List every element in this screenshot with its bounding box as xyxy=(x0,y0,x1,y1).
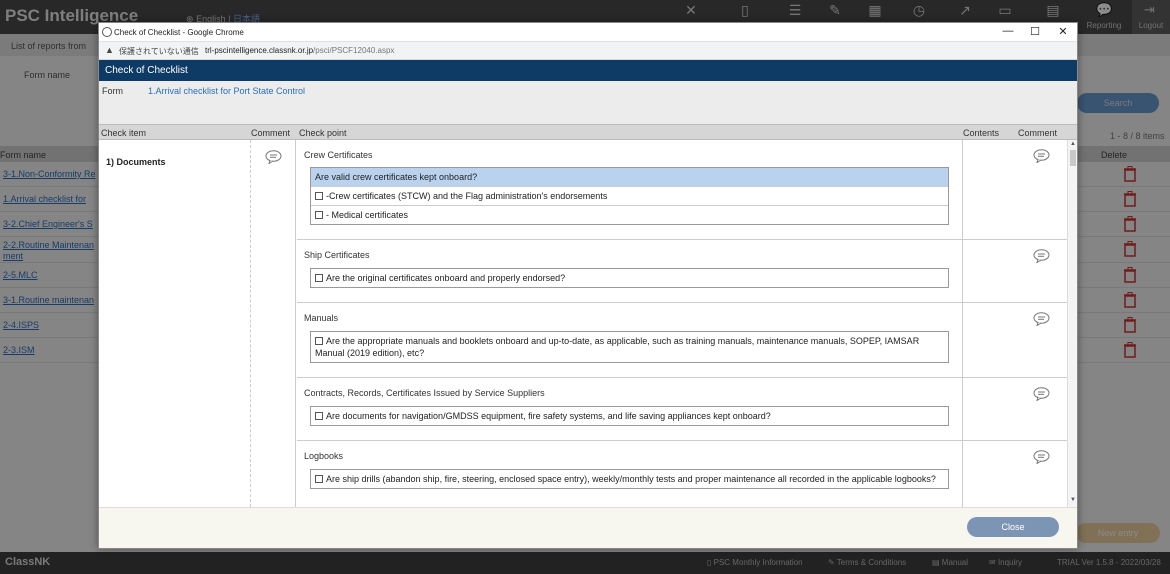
question-text: Are the original certificates onboard an… xyxy=(326,273,566,283)
checkbox[interactable] xyxy=(315,337,323,345)
col-comment: Comment xyxy=(251,128,291,138)
question-text: Are documents for navigation/GMDSS equip… xyxy=(326,411,771,421)
section-name: Ship Certificates xyxy=(304,250,370,260)
section-name: Logbooks xyxy=(304,451,344,461)
question-row: - Medical certificates xyxy=(311,206,948,224)
form-value: 1.Arrival checklist for Port State Contr… xyxy=(148,86,306,96)
minimize-button[interactable]: — xyxy=(996,25,1020,40)
section-name: Contracts, Records, Certificates Issued … xyxy=(304,388,545,398)
checklist-body: 1) Documents Crew Certificates Are valid… xyxy=(99,140,1077,507)
window-title: Check of Checklist - Google Chrome xyxy=(114,28,244,37)
question-box: Are documents for navigation/GMDSS equip… xyxy=(310,406,949,426)
scroll-up-arrow-icon[interactable]: ▲ xyxy=(1070,141,1076,147)
warning-icon: ▲ xyxy=(105,45,114,55)
question-text: -Crew certificates (STCW) and the Flag a… xyxy=(326,191,608,201)
comment-bubble-icon[interactable] xyxy=(1033,312,1050,326)
comment-bubble-icon[interactable] xyxy=(265,150,282,164)
section-crew-certificates: Crew Certificates Are valid crew certifi… xyxy=(297,140,1067,240)
col-comment-right: Comment xyxy=(1018,128,1058,138)
section-ship-certificates: Ship Certificates Are the original certi… xyxy=(297,240,1067,303)
question-row: Are valid crew certificates kept onboard… xyxy=(311,168,948,187)
checklist-popup-window: Check of Checklist - Google Chrome — ☐ ✕… xyxy=(98,22,1078,549)
vertical-scrollbar[interactable]: ▲ ▼ xyxy=(1067,140,1077,507)
section-contracts-records: Contracts, Records, Certificates Issued … xyxy=(297,378,1067,441)
comment-bubble-icon[interactable] xyxy=(1033,387,1050,401)
checkbox[interactable] xyxy=(315,475,323,483)
browser-title-bar: Check of Checklist - Google Chrome — ☐ ✕ xyxy=(99,23,1077,42)
question-box: Are the appropriate manuals and booklets… xyxy=(310,331,949,363)
contents-divider xyxy=(962,441,963,507)
section-name: Manuals xyxy=(304,313,339,323)
window-close-button[interactable]: ✕ xyxy=(1051,25,1075,40)
scroll-down-arrow-icon[interactable]: ▼ xyxy=(1070,497,1076,503)
col-check-item: Check item xyxy=(101,128,147,138)
question-text: - Medical certificates xyxy=(326,210,409,220)
question-text: Are ship drills (abandon ship, fire, ste… xyxy=(326,474,936,484)
question-row: Are ship drills (abandon ship, fire, ste… xyxy=(311,470,948,488)
section-manuals: Manuals Are the appropriate manuals and … xyxy=(297,303,1067,378)
maximize-button[interactable]: ☐ xyxy=(1023,25,1047,40)
contents-divider xyxy=(962,140,963,239)
table-header: Check item Comment Check point Contents … xyxy=(99,124,1077,140)
comment-bubble-icon[interactable] xyxy=(1033,149,1050,163)
comment-column xyxy=(251,140,296,507)
check-point-sections: Crew Certificates Are valid crew certifi… xyxy=(297,140,1067,507)
url-text: trl-pscintelligence.classnk.or.jp/psci/P… xyxy=(205,46,394,55)
question-text: Are the appropriate manuals and booklets… xyxy=(315,336,920,358)
section-name: Crew Certificates xyxy=(304,150,373,160)
question-row: Are the original certificates onboard an… xyxy=(311,269,948,287)
dialog-footer: Close xyxy=(99,507,1077,548)
form-info: Form 1.Arrival checklist for Port State … xyxy=(99,81,1077,124)
comment-bubble-icon[interactable] xyxy=(1033,450,1050,464)
col-check-point: Check point xyxy=(299,128,347,138)
url-host: trl-pscintelligence.classnk.or.jp xyxy=(205,46,314,55)
checkbox[interactable] xyxy=(315,211,323,219)
checkbox[interactable] xyxy=(315,274,323,282)
question-box: Are valid crew certificates kept onboard… xyxy=(310,167,949,225)
checkbox[interactable] xyxy=(315,192,323,200)
contents-divider xyxy=(962,240,963,302)
question-row: Are the appropriate manuals and booklets… xyxy=(311,332,948,362)
question-row: -Crew certificates (STCW) and the Flag a… xyxy=(311,187,948,206)
check-item-label: 1) Documents xyxy=(106,157,166,167)
close-button[interactable]: Close xyxy=(967,517,1059,537)
section-logbooks: Logbooks Are ship drills (abandon ship, … xyxy=(297,441,1067,507)
chrome-icon xyxy=(102,27,112,37)
url-path: /psci/PSCF12040.aspx xyxy=(313,46,395,55)
address-bar[interactable]: ▲ 保護されていない通信 trl-pscintelligence.classnk… xyxy=(99,42,1077,60)
question-text: Are valid crew certificates kept onboard… xyxy=(315,172,478,182)
check-item-column: 1) Documents xyxy=(99,140,251,507)
form-label: Form xyxy=(102,86,123,96)
checkbox[interactable] xyxy=(315,412,323,420)
comment-bubble-icon[interactable] xyxy=(1033,249,1050,263)
question-box: Are the original certificates onboard an… xyxy=(310,268,949,288)
question-row: Are documents for navigation/GMDSS equip… xyxy=(311,407,948,425)
dialog-title: Check of Checklist xyxy=(99,60,1077,81)
not-secure-label: 保護されていない通信 xyxy=(119,47,199,56)
contents-divider xyxy=(962,303,963,377)
contents-divider xyxy=(962,378,963,440)
scroll-thumb[interactable] xyxy=(1070,150,1076,166)
col-contents: Contents xyxy=(963,128,1000,138)
question-box: Are ship drills (abandon ship, fire, ste… xyxy=(310,469,949,489)
